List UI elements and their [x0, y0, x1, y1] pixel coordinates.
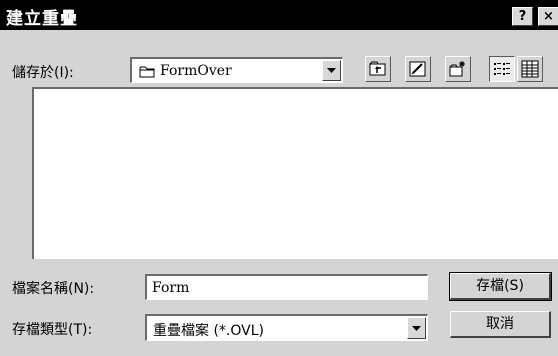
filetype-dropdown-button[interactable] — [407, 317, 426, 339]
list-view-icon — [494, 63, 510, 75]
filetype-dropdown[interactable]: 重疊檔案 (*.OVL) — [145, 314, 428, 341]
save-in-dropdown[interactable]: FormOver — [130, 57, 343, 83]
folder-icon — [139, 66, 155, 78]
save-button-label: 存檔(S) — [476, 278, 524, 294]
list-view-button[interactable] — [489, 56, 515, 82]
help-icon: ? — [518, 9, 527, 24]
filetype-value: 重疊檔案 (*.OVL) — [153, 323, 264, 339]
filename-value: Form — [152, 280, 190, 296]
save-in-label: 儲存於(I): — [12, 65, 74, 81]
save-button[interactable]: 存檔(S) — [449, 272, 552, 301]
filetype-label: 存檔類型(T): — [12, 322, 93, 338]
save-in-dropdown-button[interactable] — [322, 60, 341, 81]
details-view-button[interactable] — [517, 56, 543, 82]
cancel-button-label: 取消 — [486, 316, 514, 332]
desktop-button[interactable] — [405, 56, 431, 82]
help-button[interactable]: ? — [512, 7, 533, 26]
cancel-button[interactable]: 取消 — [450, 311, 551, 338]
save-in-value: FormOver — [160, 63, 232, 79]
close-icon: × — [543, 9, 554, 24]
create-overlay-dialog: 建立重疊 ? × 儲存於(I): FormOver 檔案名稱(N): Form … — [0, 0, 558, 356]
new-folder-icon — [449, 61, 465, 77]
filename-input[interactable]: Form — [145, 274, 428, 300]
desktop-icon — [409, 61, 426, 77]
chevron-down-icon — [412, 326, 421, 331]
title-bar: 建立重疊 ? × — [0, 0, 558, 30]
details-view-icon — [521, 60, 539, 78]
close-button[interactable]: × — [538, 7, 558, 26]
up-one-level-button[interactable] — [365, 56, 391, 82]
create-new-folder-button[interactable] — [445, 56, 471, 82]
chevron-down-icon — [327, 68, 336, 73]
window-title: 建立重疊 — [6, 9, 78, 29]
filename-label: 檔案名稱(N): — [12, 281, 95, 297]
file-list[interactable] — [32, 87, 558, 259]
up-folder-icon — [369, 61, 386, 76]
